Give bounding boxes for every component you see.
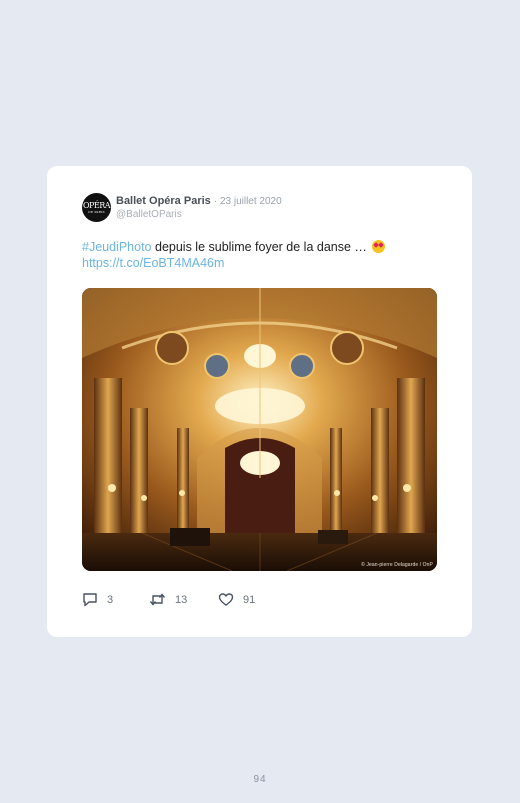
- reply-count: 3: [107, 593, 114, 606]
- author-row: Ballet Opéra Paris · 23 juillet 2020: [116, 195, 282, 207]
- like-count: 91: [243, 593, 256, 606]
- display-name[interactable]: Ballet Opéra Paris: [116, 195, 211, 207]
- star-struck-emoji-icon: [372, 240, 386, 253]
- reply-button[interactable]: 3: [82, 592, 113, 607]
- tweet-body: depuis le sublime foyer de la danse …: [151, 240, 371, 254]
- hashtag-link[interactable]: #JeudiPhoto: [82, 240, 152, 254]
- retweet-icon: [149, 593, 166, 606]
- avatar-logo-text: OPÉRA: [82, 200, 111, 210]
- opera-foyer-image: [82, 288, 437, 571]
- user-handle[interactable]: @BalletOParis: [116, 209, 182, 220]
- page-number: 94: [253, 774, 267, 785]
- heart-icon: [218, 593, 234, 606]
- url-link[interactable]: https://t.co/EoBT4MA46m: [82, 256, 224, 270]
- avatar[interactable]: OPÉRA DE PARIS: [82, 193, 111, 222]
- avatar-logo-subtext: DE PARIS: [88, 209, 105, 214]
- like-button[interactable]: 91: [218, 592, 255, 607]
- reply-icon: [83, 593, 97, 607]
- image-credit: © Jean-pierre Delagarde / OnP: [361, 562, 433, 568]
- retweet-button[interactable]: 13: [149, 592, 187, 607]
- tweet-card: OPÉRA DE PARIS Ballet Opéra Paris · 23 j…: [47, 166, 472, 637]
- tweet-text: #JeudiPhoto depuis le sublime foyer de l…: [82, 239, 442, 271]
- retweet-count: 13: [175, 593, 188, 606]
- tweet-date[interactable]: · 23 juillet 2020: [214, 196, 282, 207]
- tweet-photo[interactable]: © Jean-pierre Delagarde / OnP: [82, 288, 437, 571]
